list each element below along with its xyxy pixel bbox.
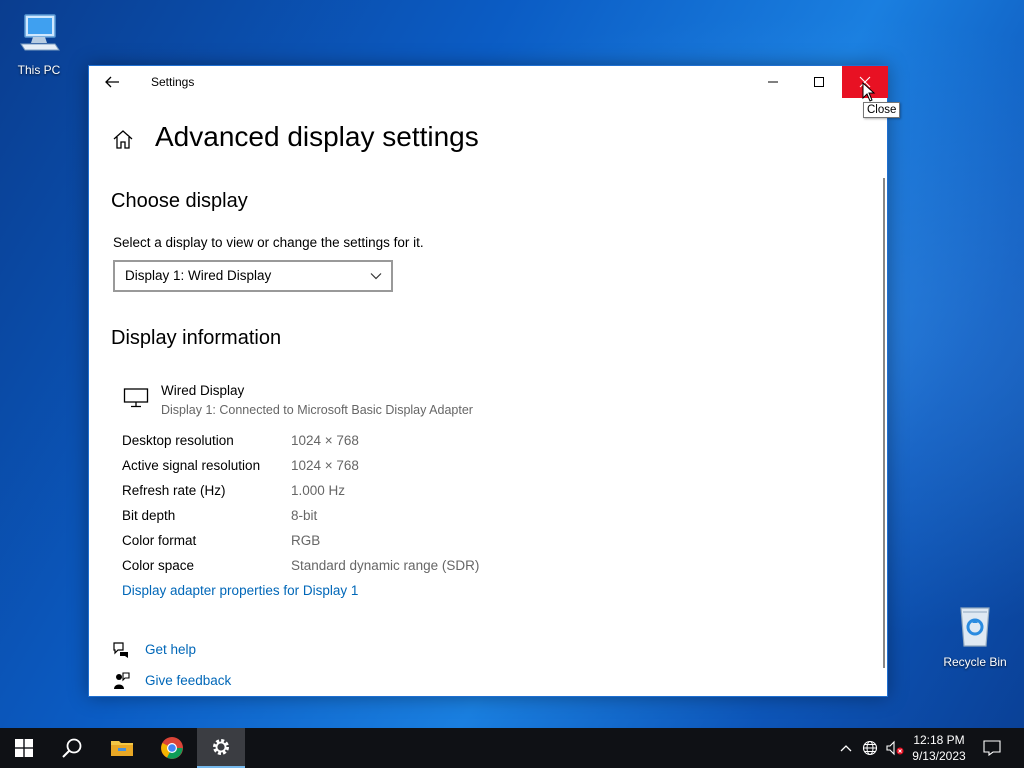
minimize-button[interactable]: [750, 66, 796, 98]
display-select[interactable]: Display 1: Wired Display: [113, 260, 393, 292]
clock-time: 12:18 PM: [913, 733, 965, 747]
info-value-color-format: RGB: [291, 533, 321, 548]
globe-network-icon: [862, 740, 878, 756]
search-button[interactable]: [48, 728, 96, 768]
clock-date: 9/13/2023: [912, 749, 966, 763]
info-label-refresh-rate: Refresh rate (Hz): [122, 483, 226, 498]
chevron-up-icon: [840, 745, 852, 752]
notification-icon: [983, 740, 1001, 756]
give-feedback-label: Give feedback: [145, 673, 232, 688]
desktop-icon-label: Recycle Bin: [943, 655, 1007, 669]
start-button[interactable]: [0, 728, 48, 768]
taskbar-settings[interactable]: [197, 728, 245, 768]
action-center-button[interactable]: [980, 728, 1004, 768]
choose-display-description: Select a display to view or change the s…: [113, 235, 424, 250]
info-value-color-space: Standard dynamic range (SDR): [291, 558, 480, 573]
gear-icon: [213, 739, 229, 755]
search-icon: [62, 738, 82, 758]
vertical-scrollbar[interactable]: [883, 178, 885, 668]
info-value-desktop-resolution: 1024 × 768: [291, 433, 359, 448]
taskbar-chrome[interactable]: [148, 728, 196, 768]
info-label-color-format: Color format: [122, 533, 197, 548]
speaker-muted-icon: [886, 740, 904, 756]
get-help-label: Get help: [145, 642, 197, 657]
desktop-icon-recycle-bin[interactable]: Recycle Bin: [937, 602, 1013, 669]
info-value-bit-depth: 8-bit: [291, 508, 318, 523]
taskbar: 12:18 PM 9/13/2023: [0, 728, 1024, 768]
settings-content: Advanced display settings Choose display…: [89, 98, 887, 696]
network-button[interactable]: [860, 728, 880, 768]
info-value-active-signal-resolution: 1024 × 768: [291, 458, 359, 473]
display-information-heading: Display information: [111, 327, 282, 349]
show-hidden-icons-button[interactable]: [838, 728, 854, 768]
display-adapter-properties-link[interactable]: Display adapter properties for Display 1: [122, 583, 358, 598]
info-value-refresh-rate: 1.000 Hz: [291, 483, 346, 498]
volume-button[interactable]: [884, 728, 906, 768]
info-label-active-signal-resolution: Active signal resolution: [122, 458, 261, 473]
taskbar-clock[interactable]: 12:18 PM 9/13/2023: [906, 732, 972, 764]
back-button[interactable]: [101, 72, 123, 92]
mouse-cursor-icon: [862, 82, 876, 102]
get-help-link[interactable]: Get help: [111, 640, 311, 660]
info-label-color-space: Color space: [122, 558, 195, 573]
display-select-value: Display 1: Wired Display: [125, 268, 272, 283]
home-icon[interactable]: [111, 128, 135, 152]
desktop-icon-this-pc[interactable]: This PC: [1, 10, 77, 77]
chevron-down-icon: [370, 273, 382, 280]
maximize-icon: [814, 77, 824, 87]
desktop-icon-label: This PC: [17, 63, 61, 77]
maximize-button[interactable]: [796, 66, 842, 98]
title-bar: Settings: [89, 66, 888, 98]
windows-logo-icon: [15, 739, 33, 757]
close-tooltip: Close: [863, 102, 901, 118]
chat-help-icon: [113, 642, 128, 658]
info-label-bit-depth: Bit depth: [122, 508, 176, 523]
choose-display-heading: Choose display: [111, 190, 248, 212]
feedback-icon: [114, 672, 130, 689]
settings-window: Settings Advanced display settings Choos…: [88, 65, 888, 697]
folder-icon: [111, 741, 133, 756]
recycle-bin-icon: [960, 607, 990, 647]
taskbar-file-explorer[interactable]: [98, 728, 146, 768]
window-title: Settings: [151, 75, 195, 89]
page-title: Advanced display settings: [155, 121, 479, 152]
display-name: Wired Display: [161, 383, 245, 398]
monitor-icon: [123, 388, 149, 408]
chrome-icon: [161, 737, 183, 759]
computer-icon: [20, 14, 60, 51]
arrow-left-icon: [105, 76, 119, 88]
minimize-icon: [768, 81, 778, 83]
info-label-desktop-resolution: Desktop resolution: [122, 433, 234, 448]
display-subtitle: Display 1: Connected to Microsoft Basic …: [161, 403, 473, 417]
give-feedback-link[interactable]: Give feedback: [111, 671, 311, 691]
